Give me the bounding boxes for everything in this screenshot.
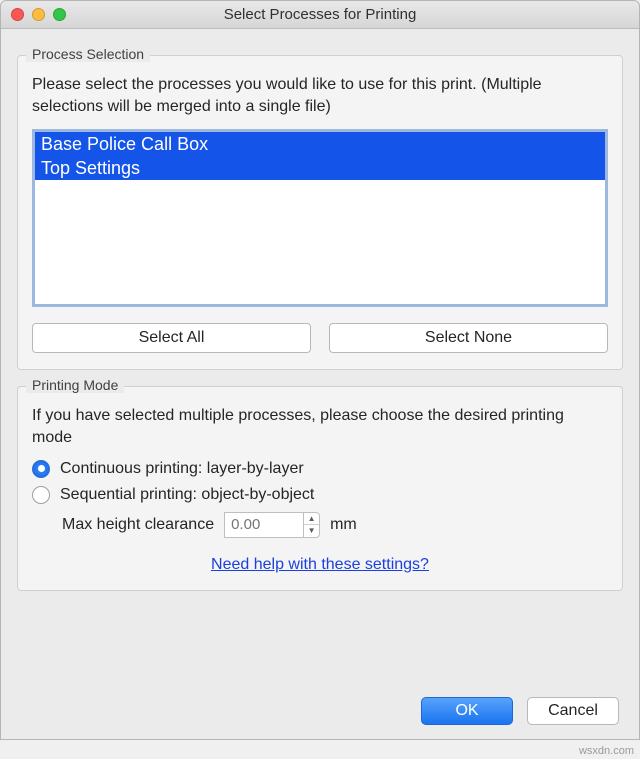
- process-selection-group: Process Selection Please select the proc…: [17, 55, 623, 370]
- select-none-button[interactable]: Select None: [329, 323, 608, 353]
- radio-icon[interactable]: [32, 460, 50, 478]
- list-item[interactable]: Top Settings: [35, 156, 605, 180]
- radio-icon[interactable]: [32, 486, 50, 504]
- ok-button[interactable]: OK: [421, 697, 513, 725]
- stepper-up-icon[interactable]: ▲: [304, 513, 319, 526]
- clearance-stepper: ▲ ▼: [304, 512, 320, 538]
- printing-mode-prompt: If you have selected multiple processes,…: [32, 405, 608, 450]
- radio-sequential[interactable]: Sequential printing: object-by-object: [32, 486, 608, 504]
- clearance-label: Max height clearance: [62, 516, 214, 534]
- printing-mode-group: Printing Mode If you have selected multi…: [17, 386, 623, 591]
- max-height-clearance-row: Max height clearance ▲ ▼ mm: [62, 512, 608, 538]
- radio-label: Continuous printing: layer-by-layer: [60, 460, 304, 478]
- minimize-icon[interactable]: [32, 8, 45, 21]
- printing-mode-legend: Printing Mode: [26, 377, 124, 393]
- radio-label: Sequential printing: object-by-object: [60, 486, 314, 504]
- process-selection-prompt: Please select the processes you would li…: [32, 74, 608, 119]
- clearance-input[interactable]: [224, 512, 304, 538]
- process-listbox[interactable]: Base Police Call Box Top Settings: [32, 129, 608, 307]
- zoom-icon[interactable]: [53, 8, 66, 21]
- radio-continuous[interactable]: Continuous printing: layer-by-layer: [32, 460, 608, 478]
- dialog-footer: OK Cancel: [421, 697, 619, 725]
- clearance-input-group: ▲ ▼: [224, 512, 320, 538]
- selection-buttons: Select All Select None: [32, 323, 608, 353]
- traffic-lights: [11, 8, 66, 21]
- dialog-content: Process Selection Please select the proc…: [1, 29, 639, 605]
- dialog-window: Select Processes for Printing Process Se…: [0, 0, 640, 740]
- watermark: wsxdn.com: [579, 745, 634, 757]
- close-icon[interactable]: [11, 8, 24, 21]
- help-link[interactable]: Need help with these settings?: [32, 556, 608, 574]
- select-all-button[interactable]: Select All: [32, 323, 311, 353]
- cancel-button[interactable]: Cancel: [527, 697, 619, 725]
- stepper-down-icon[interactable]: ▼: [304, 525, 319, 537]
- clearance-unit: mm: [330, 516, 357, 534]
- titlebar: Select Processes for Printing: [1, 1, 639, 29]
- list-item[interactable]: Base Police Call Box: [35, 132, 605, 156]
- window-title: Select Processes for Printing: [1, 6, 639, 23]
- process-selection-legend: Process Selection: [26, 46, 150, 62]
